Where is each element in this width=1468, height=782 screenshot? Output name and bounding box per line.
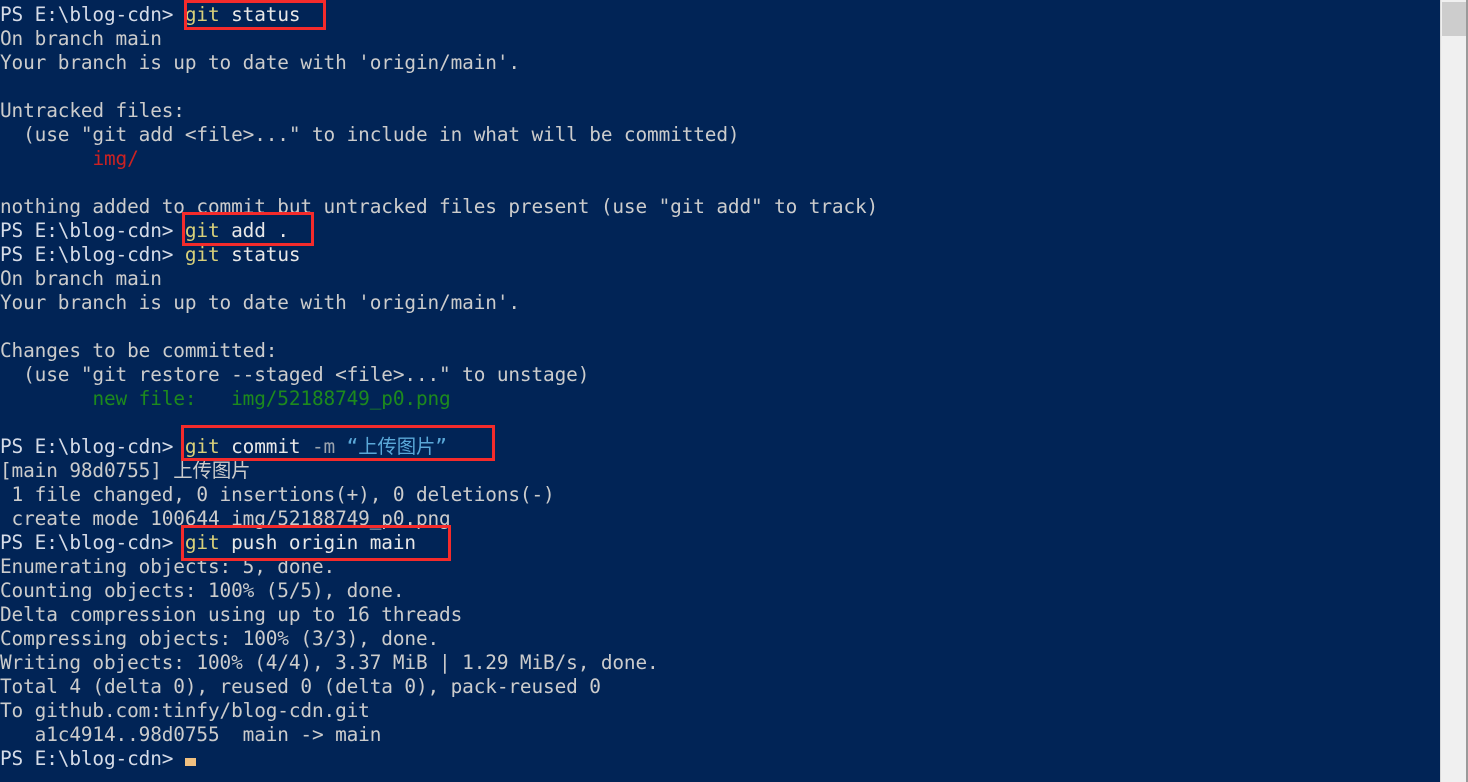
command-text: git (184, 435, 220, 458)
command-text: git (184, 531, 220, 554)
output-text: Delta compression using up to 16 threads (0, 603, 463, 626)
console-line: 1 file changed, 0 insertions(+), 0 delet… (0, 483, 1440, 507)
output-text: (use "git add <file>..." to include in w… (0, 123, 740, 146)
command-text: git (184, 243, 220, 266)
console-line: Delta compression using up to 16 threads (0, 603, 1440, 627)
console-line: PS E:\blog-cdn> git push origin main (0, 531, 1440, 555)
command-text: commit (219, 435, 312, 458)
command-text: add . (219, 219, 289, 242)
console-line: (use "git restore --staged <file>..." to… (0, 363, 1440, 387)
output-text: Your branch is up to date with 'origin/m… (0, 51, 520, 74)
powershell-terminal-window[interactable]: PS E:\blog-cdn> git status On branch main… (0, 0, 1468, 782)
output-text: Changes to be committed: (0, 339, 278, 362)
console-line: (use "git add <file>..." to include in w… (0, 123, 1440, 147)
output-text: Compressing objects: 100% (3/3), done. (0, 627, 440, 650)
console-text-buffer: PS E:\blog-cdn> git status On branch main… (0, 3, 1440, 771)
output-text: On branch main (0, 27, 162, 50)
console-line: nothing added to commit but untracked fi… (0, 195, 1440, 219)
output-text: ” (435, 435, 447, 458)
output-text: nothing added to commit but untracked fi… (0, 195, 879, 218)
console-line: [main 98d0755] 上传图片 (0, 459, 1440, 483)
text-cursor (184, 758, 196, 766)
output-text: a1c4914..98d0755 main -> main (0, 723, 382, 746)
console-line: Total 4 (delta 0), reused 0 (delta 0), p… (0, 675, 1440, 699)
output-text: create mode 100644 img/52188749_p0.png (0, 507, 451, 530)
console-line: PS E:\blog-cdn> (0, 747, 1440, 771)
console-line: On branch main (0, 27, 1440, 51)
console-line: Enumerating objects: 5, done. (0, 555, 1440, 579)
vertical-scrollbar[interactable] (1440, 0, 1468, 782)
shell-prompt: PS E:\blog-cdn> (0, 435, 185, 458)
console-line: Writing objects: 100% (4/4), 3.37 MiB | … (0, 651, 1440, 675)
console-line: create mode 100644 img/52188749_p0.png (0, 507, 1440, 531)
console-line: Compressing objects: 100% (3/3), done. (0, 627, 1440, 651)
output-text: To github.com:tinfy/blog-cdn.git (0, 699, 370, 722)
shell-prompt: PS E:\blog-cdn> (0, 3, 185, 26)
scrollbar-thumb[interactable] (1442, 2, 1468, 36)
output-text: Your branch is up to date with 'origin/m… (0, 291, 520, 314)
console-output-surface[interactable]: PS E:\blog-cdn> git status On branch main… (0, 0, 1440, 782)
console-line: PS E:\blog-cdn> git status (0, 3, 1440, 27)
console-line: new file: img/52188749_p0.png (0, 387, 1440, 411)
output-text: 上传图片 (358, 435, 436, 458)
output-text: Total 4 (delta 0), reused 0 (delta 0), p… (0, 675, 601, 698)
console-line: To github.com:tinfy/blog-cdn.git (0, 699, 1440, 723)
output-text: “ (335, 435, 359, 458)
console-line: Counting objects: 100% (5/5), done. (0, 579, 1440, 603)
console-line: Your branch is up to date with 'origin/m… (0, 51, 1440, 75)
console-line: img/ (0, 147, 1440, 171)
output-text: 1 file changed, 0 insertions(+), 0 delet… (0, 483, 555, 506)
command-text: git (184, 3, 220, 26)
console-line: Changes to be committed: (0, 339, 1440, 363)
console-line: PS E:\blog-cdn> git status (0, 243, 1440, 267)
console-line: PS E:\blog-cdn> git commit -m “上传图片” (0, 435, 1440, 459)
output-text: Enumerating objects: 5, done. (0, 555, 336, 578)
output-text: [main 98d0755] 上传图片 (0, 459, 251, 482)
console-line: Your branch is up to date with 'origin/m… (0, 291, 1440, 315)
output-text: new file: img/52188749_p0.png (92, 387, 451, 410)
shell-prompt: PS E:\blog-cdn> (0, 747, 185, 770)
output-text: Untracked files: (0, 99, 185, 122)
command-text: status (219, 243, 301, 266)
shell-prompt: PS E:\blog-cdn> (0, 531, 185, 554)
shell-prompt: PS E:\blog-cdn> (0, 243, 185, 266)
output-text: On branch main (0, 267, 162, 290)
shell-prompt: PS E:\blog-cdn> (0, 219, 185, 242)
output-text: (use "git restore --staged <file>..." to… (0, 363, 590, 386)
command-text: push origin main (219, 531, 416, 554)
console-line: Untracked files: (0, 99, 1440, 123)
console-line: On branch main (0, 267, 1440, 291)
output-text: img/ (92, 147, 139, 170)
output-text: Writing objects: 100% (4/4), 3.37 MiB | … (0, 651, 659, 674)
console-line: PS E:\blog-cdn> git add . (0, 219, 1440, 243)
console-line: a1c4914..98d0755 main -> main (0, 723, 1440, 747)
command-text: git (184, 219, 220, 242)
command-text: status (219, 3, 301, 26)
output-text: -m (311, 435, 336, 458)
output-text: Counting objects: 100% (5/5), done. (0, 579, 405, 602)
